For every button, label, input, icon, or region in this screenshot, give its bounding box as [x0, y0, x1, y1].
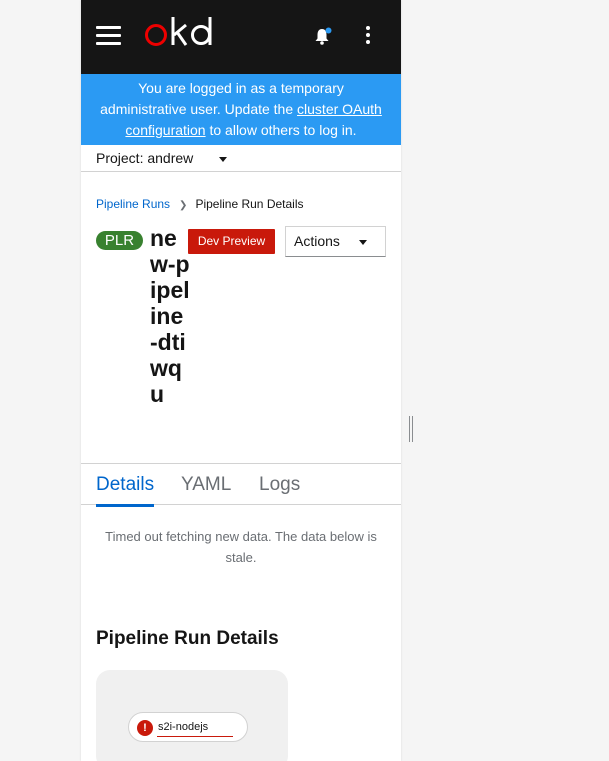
project-selector[interactable]: Project: andrew [81, 145, 401, 172]
bell-icon[interactable] [313, 26, 333, 46]
tab-bar: Details YAML Logs [81, 463, 401, 507]
tab-details[interactable]: Details [96, 474, 155, 507]
project-label: Project: andrew [96, 150, 194, 166]
section-title: Pipeline Run Details [96, 628, 279, 649]
actions-label: Actions [294, 233, 340, 249]
masthead [81, 0, 401, 74]
tab-yaml[interactable]: YAML [181, 474, 231, 496]
pipeline-graph: ! s2i-nodejs [96, 670, 288, 761]
chevron-right-icon: ❯ [179, 200, 188, 211]
caret-down-icon [219, 157, 227, 162]
task-name: s2i-nodejs [158, 721, 209, 733]
task-status-underline [157, 736, 233, 737]
stale-data-message: Timed out fetching new data. The data be… [105, 529, 377, 565]
temporary-admin-banner: You are logged in as a temporary adminis… [81, 74, 401, 145]
tab-logs[interactable]: Logs [259, 474, 300, 496]
banner-text-after: to allow others to log in. [205, 122, 357, 138]
kebab-menu-icon[interactable] [363, 26, 373, 46]
pipeline-task-node[interactable]: ! s2i-nodejs [128, 712, 248, 742]
mobile-viewport: You are logged in as a temporary adminis… [81, 0, 401, 761]
okd-logo[interactable] [144, 14, 218, 50]
breadcrumb-pipeline-runs[interactable]: Pipeline Runs [96, 197, 170, 211]
actions-dropdown[interactable]: Actions [285, 226, 386, 257]
exclamation-circle-icon: ! [137, 720, 153, 736]
breadcrumb: Pipeline Runs ❯ Pipeline Run Details [96, 197, 304, 213]
caret-down-icon [359, 240, 367, 245]
breadcrumb-current: Pipeline Run Details [195, 197, 304, 211]
resize-handle[interactable] [409, 416, 413, 442]
resource-badge: PLR [96, 231, 143, 250]
page: You are logged in as a temporary adminis… [0, 0, 609, 761]
dev-preview-badge: Dev Preview [188, 229, 275, 254]
hamburger-menu-icon[interactable] [96, 26, 121, 46]
page-title: new-pipeline-dtiwqu [150, 225, 190, 407]
